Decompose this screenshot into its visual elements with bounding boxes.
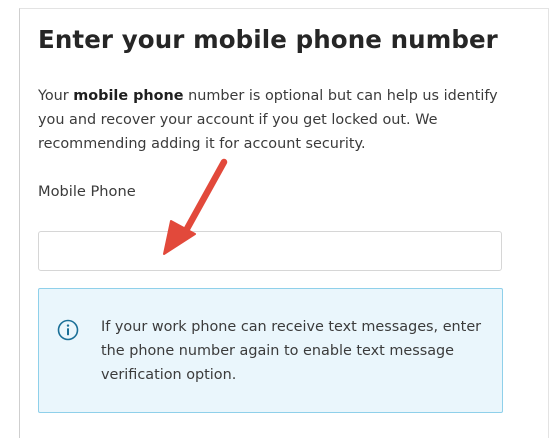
mobile-phone-label: Mobile Phone <box>38 183 136 200</box>
description-emphasis: mobile phone <box>73 88 184 104</box>
info-text: If your work phone can receive text mess… <box>101 319 482 383</box>
description-prefix: Your <box>38 88 74 104</box>
red-arrow-icon <box>163 158 228 255</box>
page-title: Enter your mobile phone number <box>38 25 498 54</box>
info-box: If your work phone can receive text mess… <box>38 288 503 413</box>
description-text: Your mobile phone number is optional but… <box>38 84 518 156</box>
info-circle-icon <box>57 319 79 341</box>
mobile-phone-input[interactable] <box>38 231 502 271</box>
